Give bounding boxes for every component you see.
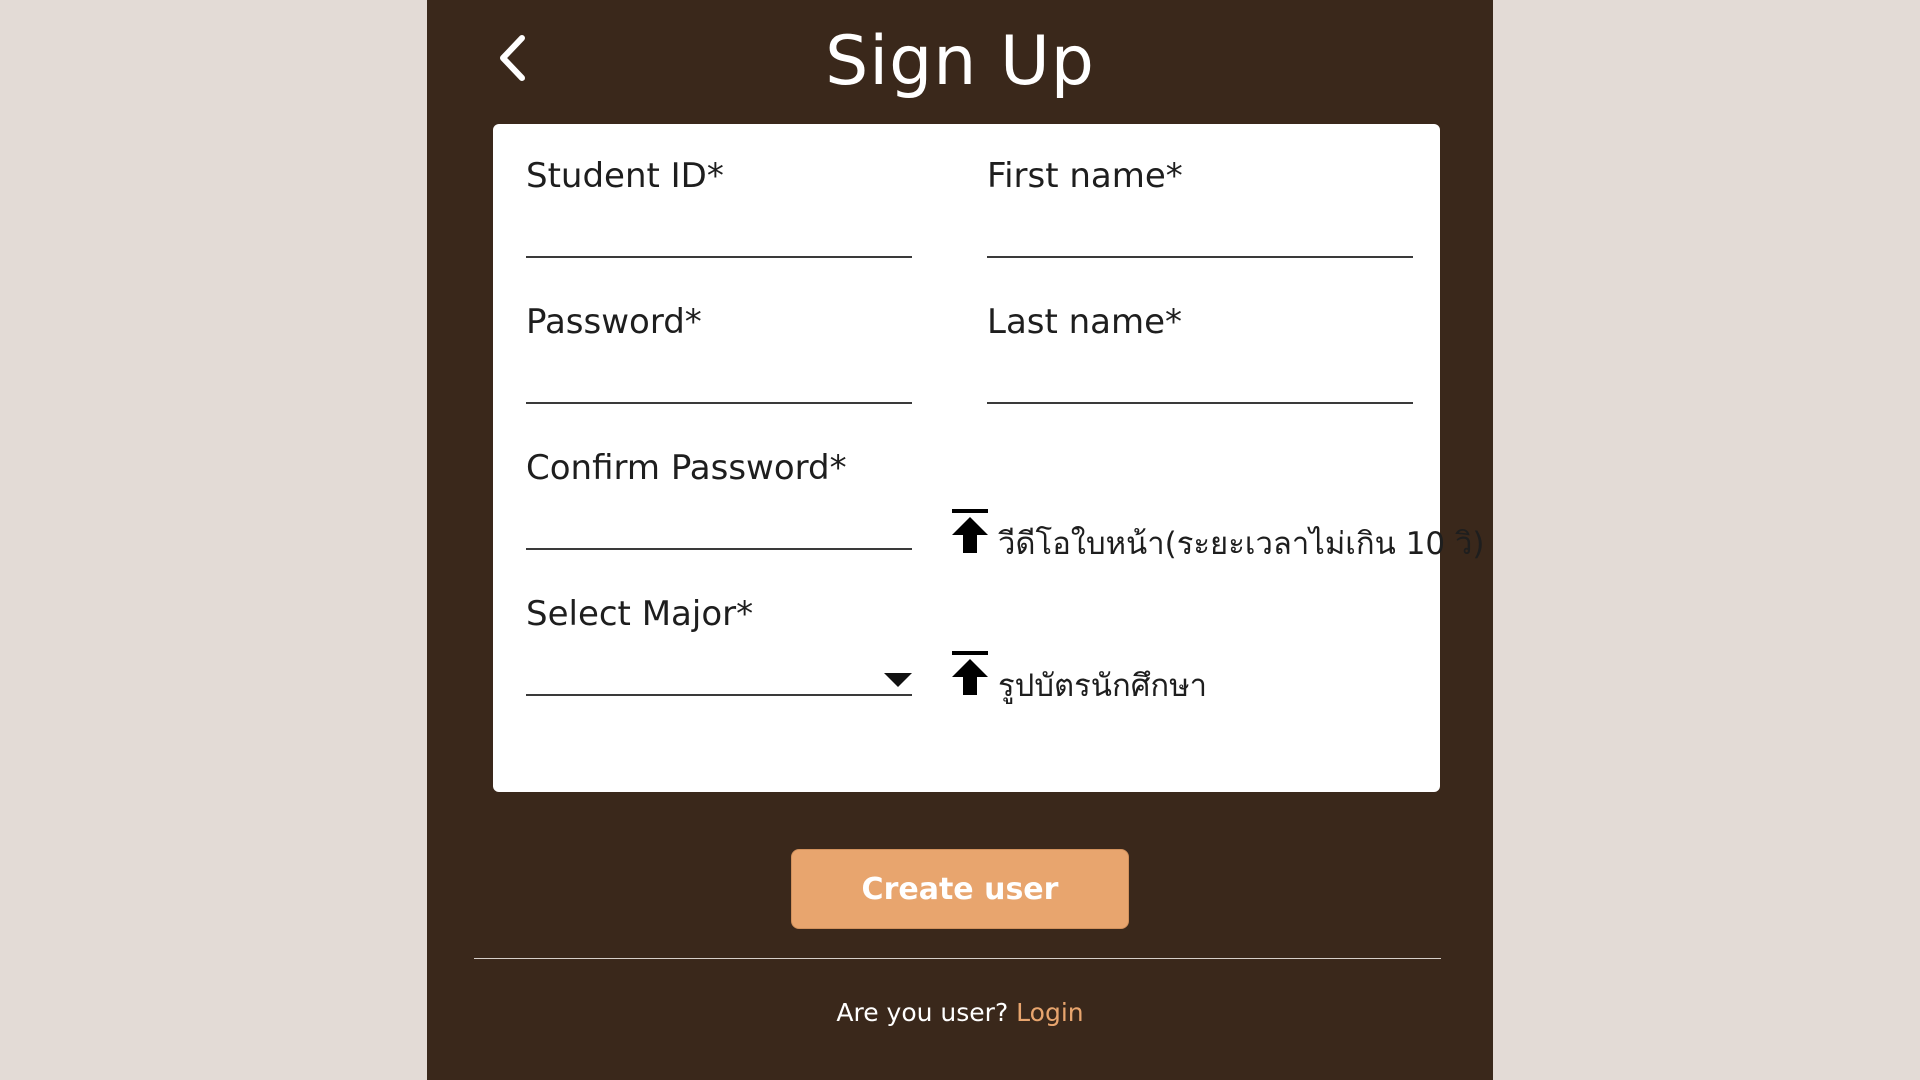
confirm-password-input[interactable] bbox=[526, 516, 912, 550]
login-link[interactable]: Login bbox=[1016, 998, 1083, 1027]
major-select[interactable] bbox=[526, 662, 912, 696]
login-prompt: Are you user? Login bbox=[427, 998, 1493, 1027]
video-upload-label: วีดีโอใบหน้า(ระยะเวลาไม่เกิน 10 วิ) bbox=[998, 526, 1485, 562]
page-title: Sign Up bbox=[825, 22, 1095, 101]
last-name-label: Last name* bbox=[987, 302, 1183, 342]
caret-down-icon[interactable] bbox=[884, 673, 912, 687]
student-card-upload-label: รูปบัตรนักศึกษา bbox=[998, 668, 1208, 704]
upload-icon bbox=[952, 651, 988, 695]
last-name-field: Last name* bbox=[987, 300, 1413, 410]
major-label: Select Major* bbox=[526, 594, 754, 634]
upload-icon bbox=[952, 509, 988, 553]
video-upload[interactable]: วีดีโอใบหน้า(ระยะเวลาไม่เกิน 10 วิ) bbox=[950, 508, 1485, 562]
login-prompt-text: Are you user? bbox=[836, 998, 1009, 1027]
last-name-input[interactable] bbox=[987, 370, 1413, 404]
password-label: Password* bbox=[526, 302, 702, 342]
password-field: Password* bbox=[526, 300, 912, 410]
create-user-button[interactable]: Create user bbox=[791, 849, 1129, 929]
signup-form-card: Student ID* First name* Password* Last n… bbox=[493, 124, 1485, 792]
student-id-field: Student ID* bbox=[526, 154, 912, 264]
first-name-field: First name* bbox=[987, 154, 1413, 264]
divider bbox=[474, 958, 1441, 959]
student-id-label: Student ID* bbox=[526, 156, 724, 196]
first-name-label: First name* bbox=[987, 156, 1183, 196]
major-field: Select Major* bbox=[526, 592, 912, 702]
signup-panel: Sign Up Student ID* First name* Password… bbox=[427, 0, 1493, 1080]
student-card-upload[interactable]: รูปบัตรนักศึกษา bbox=[950, 650, 1207, 704]
confirm-password-label: Confirm Password* bbox=[526, 448, 847, 488]
student-id-input[interactable] bbox=[526, 224, 912, 258]
password-input[interactable] bbox=[526, 370, 912, 404]
confirm-password-field: Confirm Password* bbox=[526, 446, 912, 556]
first-name-input[interactable] bbox=[987, 224, 1413, 258]
